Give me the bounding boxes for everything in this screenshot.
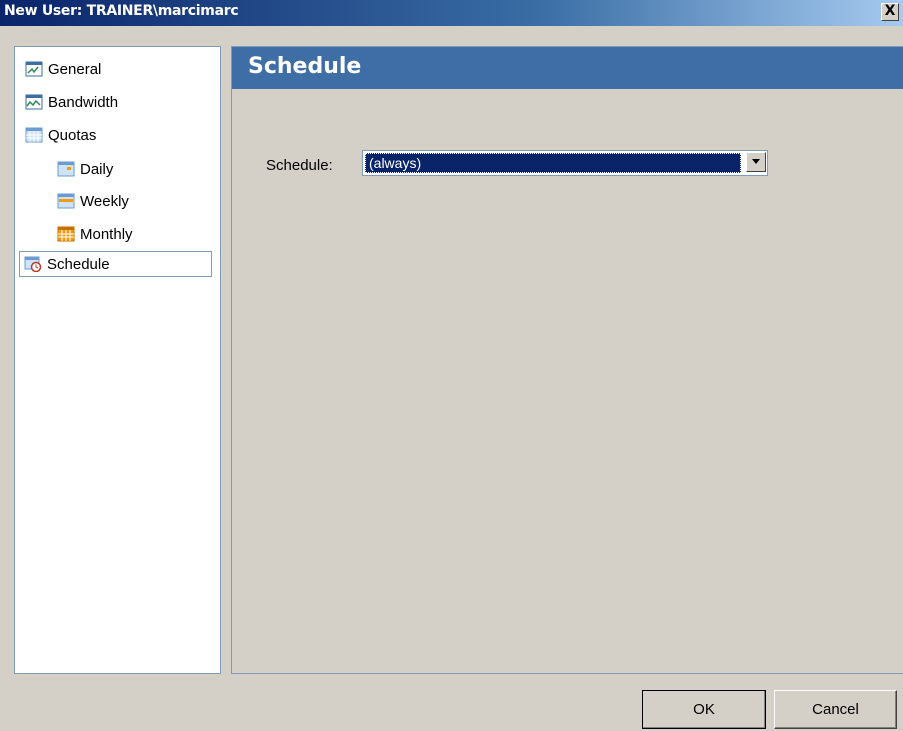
title-bar: New User: TRAINER\marcimarc X: [0, 0, 903, 26]
content-panel: Schedule: [231, 46, 903, 674]
schedule-clock-icon: [24, 256, 42, 273]
bandwidth-icon: [25, 94, 43, 110]
tree-item-label: Bandwidth: [48, 93, 119, 111]
daily-calendar-icon: [57, 161, 75, 177]
tree-item-label: Daily: [80, 160, 114, 178]
weekly-calendar-icon: [57, 193, 75, 209]
navigation-tree: General Bandwidth Quotas Daily Weekly Mo…: [14, 46, 221, 674]
chevron-down-icon: [752, 159, 760, 164]
tree-item-schedule[interactable]: Schedule: [19, 251, 212, 277]
ok-button[interactable]: OK: [642, 690, 766, 729]
quotas-icon: [25, 127, 43, 143]
dropdown-button[interactable]: [746, 152, 766, 172]
tree-item-weekly[interactable]: Weekly: [57, 189, 129, 213]
tree-item-bandwidth[interactable]: Bandwidth: [25, 90, 118, 114]
close-button[interactable]: X: [881, 3, 899, 21]
close-icon: X: [884, 3, 896, 19]
tree-item-label: Weekly: [80, 192, 129, 210]
tree-item-label: Quotas: [48, 126, 97, 144]
tree-item-label: Monthly: [80, 225, 133, 243]
panel-header: Schedule: [232, 47, 903, 89]
tree-item-label: Schedule: [47, 255, 110, 273]
tree-item-general[interactable]: General: [25, 57, 101, 81]
window-title: New User: TRAINER\marcimarc: [4, 3, 239, 19]
page-title: Schedule: [248, 54, 362, 79]
monthly-calendar-icon: [57, 226, 75, 242]
tree-item-monthly[interactable]: Monthly: [57, 222, 133, 246]
tree-item-label: General: [48, 60, 102, 78]
general-icon: [25, 61, 43, 77]
tree-item-quotas[interactable]: Quotas: [25, 123, 96, 147]
cancel-button[interactable]: Cancel: [774, 690, 897, 729]
schedule-selected-value: (always): [365, 153, 741, 173]
tree-item-daily[interactable]: Daily: [57, 157, 113, 181]
schedule-label: Schedule:: [266, 157, 333, 174]
schedule-select[interactable]: (always): [362, 150, 768, 176]
